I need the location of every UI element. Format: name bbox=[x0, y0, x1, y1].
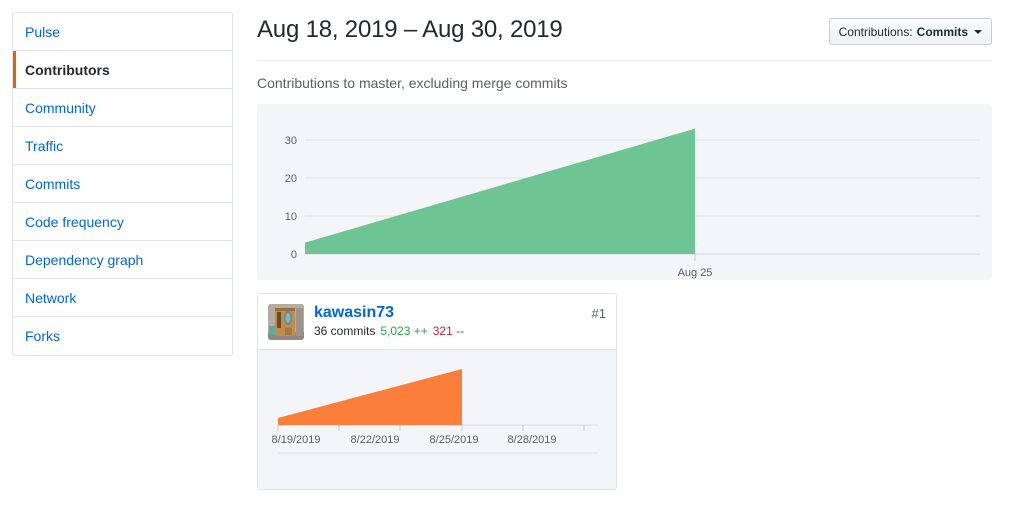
sidebar-item-label: Community bbox=[25, 100, 96, 116]
contributions-area-chart[interactable]: 30 20 10 0 Aug 25 bbox=[257, 104, 992, 280]
contributor-sparkline-panel: 8/19/2019 8/22/2019 8/25/2019 8/28/2019 bbox=[258, 350, 616, 489]
sidebar-item-network[interactable]: Network bbox=[13, 279, 232, 317]
contributor-username[interactable]: kawasin73 bbox=[314, 303, 464, 322]
xtick-label-aug25: Aug 25 bbox=[678, 267, 713, 279]
ytick-30: 30 bbox=[285, 135, 297, 147]
sidebar-item-label: Contributors bbox=[25, 62, 110, 78]
sidebar-item-code-frequency[interactable]: Code frequency bbox=[13, 203, 232, 241]
sparkline-xlabel-2: 8/25/2019 bbox=[430, 434, 479, 446]
avatar[interactable] bbox=[268, 303, 304, 340]
page-header: Aug 18, 2019 – Aug 30, 2019 Contribution… bbox=[257, 0, 992, 61]
main-content: Aug 18, 2019 – Aug 30, 2019 Contribution… bbox=[257, 0, 992, 503]
commit-count: 36 commits bbox=[314, 324, 376, 338]
ytick-20: 20 bbox=[285, 173, 297, 185]
sidebar-item-label: Commits bbox=[25, 176, 81, 192]
ytick-0: 0 bbox=[291, 249, 297, 261]
sidebar-item-label: Code frequency bbox=[25, 214, 124, 230]
sidebar-item-pulse[interactable]: Pulse bbox=[13, 13, 232, 51]
sidebar-item-dependency-graph[interactable]: Dependency graph bbox=[13, 241, 232, 279]
sidebar-item-label: Network bbox=[25, 290, 77, 306]
deletions-count: 321 -- bbox=[432, 324, 465, 338]
sidebar-item-forks[interactable]: Forks bbox=[13, 317, 232, 355]
sparkline-xlabel-1: 8/22/2019 bbox=[351, 434, 400, 446]
dropdown-value: Commits bbox=[916, 24, 968, 39]
insights-sidebar: Pulse Contributors Community Traffic Com… bbox=[12, 12, 233, 356]
contributor-rank: #1 bbox=[591, 306, 606, 321]
contributor-card-header: kawasin73 36 commits 5,023 ++ 321 -- #1 bbox=[258, 294, 616, 350]
contributors-list: kawasin73 36 commits 5,023 ++ 321 -- #1 bbox=[257, 293, 992, 503]
contributions-type-dropdown[interactable]: Contributions: Commits bbox=[828, 18, 992, 45]
dropdown-label: Contributions: bbox=[838, 24, 913, 39]
contributions-chart-panel: 30 20 10 0 Aug 25 bbox=[257, 104, 992, 280]
contributor-area-chart[interactable]: 8/19/2019 8/22/2019 8/25/2019 8/28/2019 bbox=[258, 350, 616, 489]
avatar-photo-door bbox=[268, 303, 304, 340]
sidebar-item-commits[interactable]: Commits bbox=[13, 165, 232, 203]
chevron-down-icon bbox=[974, 29, 982, 34]
contributor-card: kawasin73 36 commits 5,023 ++ 321 -- #1 bbox=[257, 293, 617, 490]
additions-count: 5,023 ++ bbox=[380, 324, 428, 338]
chart-subtitle: Contributions to master, excluding merge… bbox=[257, 75, 568, 91]
sidebar-item-traffic[interactable]: Traffic bbox=[13, 127, 232, 165]
page-title: Aug 18, 2019 – Aug 30, 2019 bbox=[257, 16, 563, 43]
sparkline-xlabel-3: 8/28/2019 bbox=[508, 434, 557, 446]
ytick-10: 10 bbox=[285, 211, 297, 223]
contributor-meta: kawasin73 36 commits 5,023 ++ 321 -- bbox=[314, 303, 464, 340]
sidebar-item-label: Dependency graph bbox=[25, 252, 144, 268]
sidebar-item-label: Forks bbox=[25, 328, 60, 344]
sidebar-item-contributors[interactable]: Contributors bbox=[13, 51, 232, 89]
area-series-commits bbox=[305, 128, 695, 254]
sidebar-item-label: Traffic bbox=[25, 138, 64, 154]
sparkline-xlabel-0: 8/19/2019 bbox=[272, 434, 321, 446]
contributors-page: Pulse Contributors Community Traffic Com… bbox=[0, 0, 1012, 525]
sidebar-item-label: Pulse bbox=[25, 24, 61, 40]
sidebar-item-community[interactable]: Community bbox=[13, 89, 232, 127]
sparkline-series-commits bbox=[278, 369, 462, 425]
contributor-stats: 36 commits 5,023 ++ 321 -- bbox=[314, 324, 464, 338]
